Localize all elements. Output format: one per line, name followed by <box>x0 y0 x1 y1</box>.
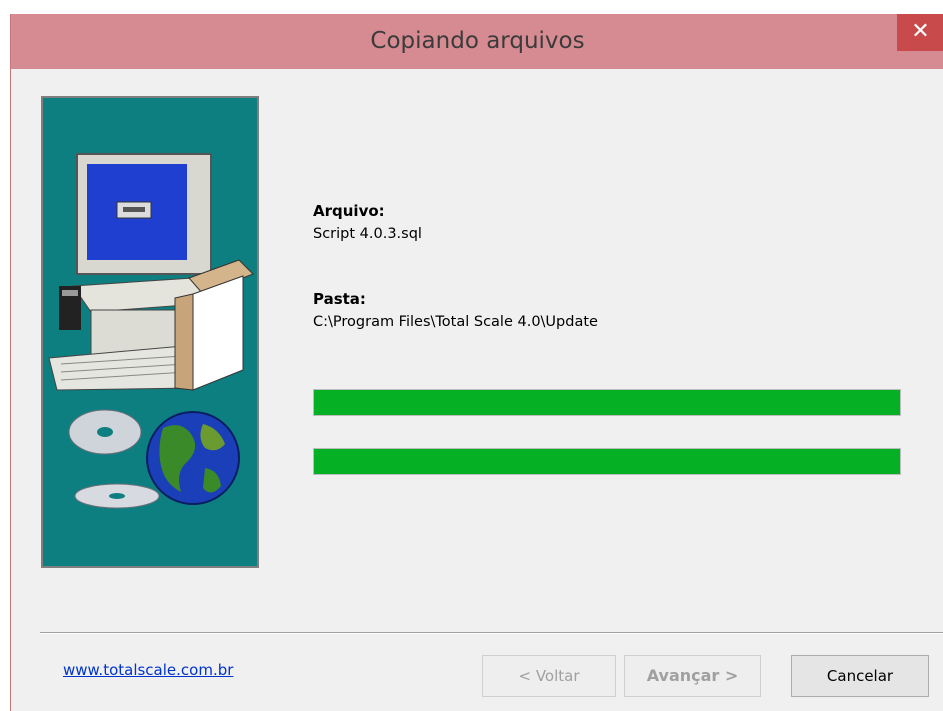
title-bar[interactable]: Copiando arquivos ✕ <box>11 14 943 69</box>
file-info: Arquivo: Script 4.0.3.sql <box>313 202 422 242</box>
folder-label: Pasta: <box>313 290 366 308</box>
footer-separator <box>40 632 943 634</box>
cancel-button[interactable]: Cancelar <box>791 655 929 697</box>
computer-globe-cds-icon <box>48 153 254 509</box>
folder-info: Pasta: C:\Program Files\Total Scale 4.0\… <box>313 290 598 330</box>
file-value: Script 4.0.3.sql <box>313 226 422 242</box>
file-label: Arquivo: <box>313 202 385 220</box>
back-button[interactable]: < Voltar <box>482 655 616 697</box>
close-button[interactable]: ✕ <box>897 14 943 51</box>
close-icon: ✕ <box>911 19 930 44</box>
file-progress-bar <box>313 389 901 416</box>
total-progress-fill <box>314 449 900 474</box>
installer-illustration <box>41 96 259 568</box>
installer-window: Copiando arquivos ✕ Arquivo: Script 4.0.… <box>10 14 943 711</box>
file-progress-fill <box>314 390 900 415</box>
website-link[interactable]: www.totalscale.com.br <box>63 661 233 679</box>
next-button[interactable]: Avançar > <box>624 655 761 697</box>
total-progress-bar <box>313 448 901 475</box>
window-title: Copiando arquivos <box>370 28 585 54</box>
folder-value: C:\Program Files\Total Scale 4.0\Update <box>313 314 598 330</box>
